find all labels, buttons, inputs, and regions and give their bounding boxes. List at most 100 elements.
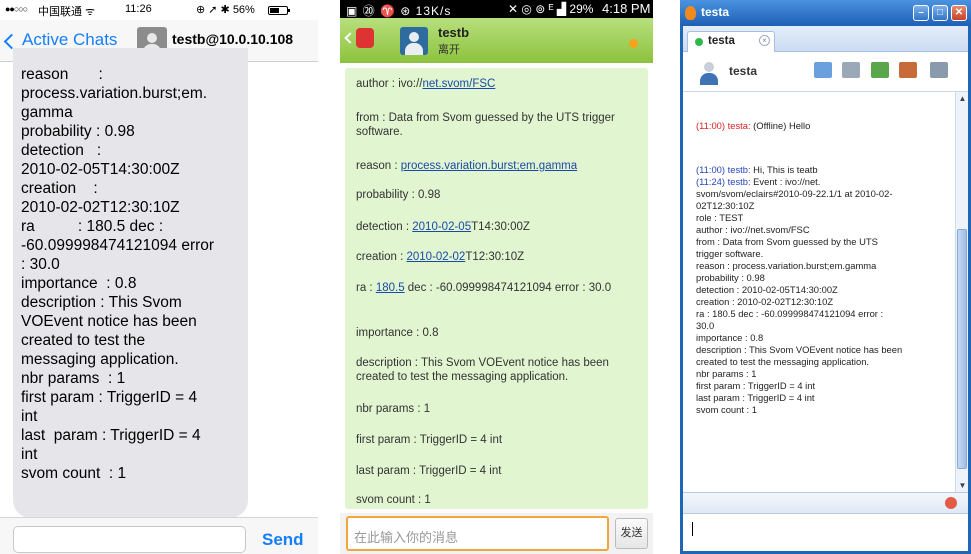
avatar[interactable] [400,27,428,55]
message-line: from : Data from Svom guessed by the UTS… [356,112,615,138]
back-button[interactable] [344,28,374,52]
ios-chat-screen: ●●○○○ 中国联通 ᯤ 11:26 ⊕ ➚ ✱ 56% Active Chat… [0,0,318,554]
message-line: 30.0 [696,320,715,331]
avatar-body [700,73,718,85]
message-line: from : Data from Svom guessed by the UTS [696,236,878,247]
message-line: detection : 2010-02-05T14:30:00Z [356,221,530,233]
settings-icon[interactable] [930,62,948,78]
message-line: ra : 180.5 dec : -60.099998474121094 err… [696,308,884,319]
link[interactable]: net.svom/FSC [422,78,495,90]
message-line: description : This Svom VOEvent notice h… [356,357,609,383]
maximize-button[interactable]: □ [932,5,948,21]
avatar-body [405,43,423,55]
back-button[interactable]: Active Chats [3,30,118,50]
presence-away-icon [629,39,638,48]
image-icon[interactable] [899,62,917,78]
contact-name: testa [729,64,758,78]
message-line: last param : TriggerID = 4 int [696,392,815,403]
message-line: role : TEST [696,212,744,223]
chat-header: testb 离开 [340,18,653,63]
message-line: first param : TriggerID = 4 int [356,434,503,446]
message-line: author : ivo://net.svom/FSC [356,78,496,90]
back-arrow-icon [344,32,356,44]
window-body: testa × testa (11:00) testa: (Offline) H… [683,26,968,551]
message-line: importance : 0.8 [696,332,764,343]
message-line: first param : TriggerID = 4 int [696,380,816,391]
message-history[interactable]: (11:00) testa: (Offline) Hello (11:00) t… [683,92,955,492]
message-line: 02T12:30:10Z [696,200,755,211]
message-line: creation : 2010-02-02T12:30:10Z [356,251,525,263]
message-text: reason : process.variation.burst;em. gam… [21,66,215,482]
status-time: 11:26 [125,3,152,15]
chat-header: testa [683,52,968,92]
scrollbar[interactable]: ▲ ▼ [955,92,968,492]
message-line: last param : TriggerID = 4 int [356,465,502,477]
link[interactable]: 2010-02-05 [412,221,471,233]
message-input[interactable] [683,514,968,551]
close-tab-icon[interactable]: × [759,35,770,46]
battery-level [270,8,279,13]
message-line: importance : 0.8 [356,327,439,339]
message-line: creation : 2010-02-02T12:30:10Z [696,296,834,307]
carrier-name: 中国联通 ᯤ [38,6,96,18]
text-caret [692,522,693,536]
message-input[interactable] [13,526,246,553]
close-button[interactable]: ✕ [951,5,967,21]
message-line: reason : process.variation.burst;em.gamm… [356,160,578,172]
message-input[interactable]: 在此输入你的消息 [346,516,609,551]
link[interactable]: 180.5 [376,282,405,294]
message-line: author : ivo://net.svom/FSC [696,224,810,235]
message-line: nbr params : 1 [696,368,757,379]
compose-bar: 在此输入你的消息 发送 [340,513,653,554]
message-bubble: reason : process.variation.burst;em. gam… [13,48,248,518]
send-button[interactable]: Send [262,530,304,550]
status-left-icons: ▣ ⑳ ♈ ⊛ 13K/s [346,4,452,18]
avatar-head [409,32,419,42]
message-line: nbr params : 1 [356,403,431,415]
message-line: detection : 2010-02-05T14:30:00Z [696,284,838,295]
transfer-icon[interactable] [871,62,889,78]
link[interactable]: 2010-02-02 [407,251,466,263]
status-icons: ⊕ ➚ ✱ 56% [196,4,255,16]
message-list[interactable]: author : ivo://net.svom/FSC from : Data … [340,63,653,513]
send-button[interactable]: 发送 [615,518,648,549]
message-line: created to test the messaging applicatio… [696,356,870,367]
app-flame-icon [685,6,696,20]
tab-testa[interactable]: testa × [687,31,775,52]
scroll-down-icon[interactable]: ▼ [956,479,969,492]
contact-name: testb [438,25,470,40]
scroll-up-icon[interactable]: ▲ [956,92,969,105]
chat-message: (11:00) testb: Hi, This is teatb [696,164,818,175]
link[interactable]: process.variation.burst;em.gamma [401,160,577,172]
ios-status-bar: ●●○○○ 中国联通 ᯤ 11:26 ⊕ ➚ ✱ 56% [0,0,318,20]
avatar[interactable] [698,60,720,86]
battery-icon [268,6,290,15]
avatar-head [147,33,157,43]
chat-message: (11:24) testb: Event : ivo://net. [696,176,821,187]
avatar-head [704,62,714,72]
chat-message: (11:00) testa: (Offline) Hello [696,120,811,131]
contact-card-icon[interactable] [814,62,832,78]
link-icon[interactable] [842,62,860,78]
message-line: svom count : 1 [356,494,431,506]
signal-strength: ●●○○○ [5,4,28,14]
android-status-bar: ▣ ⑳ ♈ ⊛ 13K/s ✕ ◎ ⊚ ᴱ ▟ 29% 4:18 PM [340,0,653,18]
chat-peer-title: testb@10.0.10.108 [172,31,294,47]
minimize-button[interactable]: – [913,5,929,21]
message-line: description : This Svom VOEvent notice h… [696,344,903,355]
tab-label: testa [708,35,735,47]
format-toolbar [683,492,968,514]
window-title-bar[interactable]: testa – □ ✕ [680,0,971,26]
compose-bar: Send [0,517,318,554]
message-line: probability : 0.98 [356,189,441,201]
tab-strip: testa × [683,26,968,52]
app-logo-icon [356,28,374,48]
message-line: trigger software. [696,248,764,259]
back-label: Active Chats [22,30,118,49]
message-line: svom/svom/eclairs#2010-09-22.1/1 at 2010… [696,188,893,199]
scroll-thumb[interactable] [957,229,967,469]
window-title: testa [701,5,730,19]
block-icon[interactable] [945,497,957,509]
message-line: ra : 180.5 dec : -60.099998474121094 err… [356,282,612,294]
online-status-icon [695,38,703,46]
